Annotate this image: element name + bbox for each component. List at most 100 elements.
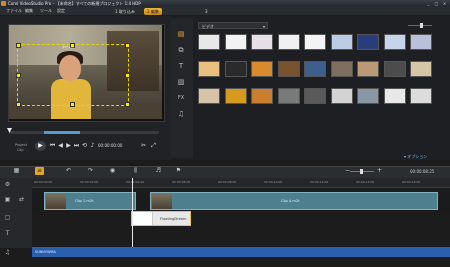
trim-range[interactable]: [44, 131, 80, 134]
media-thumbnail[interactable]: [277, 88, 300, 104]
ruler-label: 00:00:16:00: [402, 180, 421, 184]
menu-bar: ファイル 編集 ツール 設定: [0, 7, 450, 15]
media-thumbnail[interactable]: [383, 61, 406, 77]
ruler-label: 00:00:08:00: [218, 180, 237, 184]
minimize-button[interactable]: _: [425, 1, 432, 6]
repeat-icon[interactable]: ⟲: [81, 142, 88, 149]
audio-icon[interactable]: ♫: [176, 110, 186, 119]
media-thumbnail[interactable]: [330, 34, 353, 50]
media-thumbnail[interactable]: [304, 88, 326, 104]
record-capture-icon[interactable]: ◉: [108, 167, 117, 175]
media-thumbnail[interactable]: [277, 61, 300, 77]
clip-label: Clip 4.m2t: [281, 199, 300, 203]
media-thumbnail[interactable]: [251, 61, 273, 77]
media-thumbnail[interactable]: [330, 88, 353, 104]
media-thumbnail[interactable]: [198, 88, 220, 104]
menu-settings[interactable]: 設定: [57, 8, 65, 14]
media-thumbnail[interactable]: [330, 61, 353, 77]
clip-thumbnail: [46, 194, 66, 209]
music-track-icon[interactable]: ♫: [4, 249, 11, 256]
zoom-knob[interactable]: [360, 169, 363, 174]
ripple-edit-icon[interactable]: ⇄: [18, 196, 25, 203]
media-thumbnail[interactable]: [304, 34, 326, 50]
play-button[interactable]: ▶: [35, 141, 46, 151]
media-thumbnail[interactable]: [198, 61, 220, 77]
resize-handle[interactable]: [70, 102, 75, 107]
music-clip[interactable]: SUNNY.WMA: [32, 247, 450, 257]
undo-icon[interactable]: ↶: [64, 167, 73, 175]
step-edit-tab[interactable]: 2 編集: [144, 8, 162, 15]
resize-handle[interactable]: [16, 102, 21, 107]
track-manager-icon[interactable]: ⚙: [4, 181, 11, 188]
title-clip[interactable]: FloatingDream: [131, 211, 191, 226]
thumbnail-size-knob[interactable]: [420, 23, 423, 28]
transition-icon[interactable]: ⧉: [176, 46, 186, 55]
zoom-in-icon[interactable]: +: [375, 167, 384, 175]
video-clip[interactable]: Clip 1.m2t: [44, 192, 136, 210]
title-text-overlay[interactable]: タイトル: [48, 45, 88, 50]
title-icon[interactable]: T: [176, 62, 186, 71]
graphic-icon[interactable]: ▧: [176, 78, 186, 87]
media-thumbnail[interactable]: [224, 88, 247, 104]
mode-clip-label[interactable]: Clip: [17, 148, 24, 152]
timeline-playhead[interactable]: [132, 178, 133, 248]
end-icon[interactable]: ⏭: [73, 142, 80, 149]
resize-handle[interactable]: [16, 43, 21, 48]
storyboard-view-icon[interactable]: ▦: [12, 167, 21, 175]
media-thumbnail[interactable]: [251, 34, 273, 50]
next-frame-icon[interactable]: ▶: [65, 142, 72, 149]
resize-handle[interactable]: [125, 102, 130, 107]
library-options-button[interactable]: ▾ オプション: [404, 154, 427, 160]
resize-handle[interactable]: [125, 43, 130, 48]
media-thumbnail[interactable]: [357, 34, 379, 50]
media-thumbnail[interactable]: [357, 61, 379, 77]
media-thumbnail[interactable]: [410, 61, 432, 77]
media-thumbnail[interactable]: [410, 88, 432, 104]
redo-icon[interactable]: ↷: [86, 167, 95, 175]
zoom-out-icon[interactable]: −: [343, 167, 352, 175]
volume-icon[interactable]: ♪: [89, 142, 96, 149]
ruler-label: 00:00:00:00: [34, 180, 53, 184]
fx-icon[interactable]: FX: [176, 94, 186, 103]
media-thumbnail[interactable]: [383, 88, 406, 104]
media-thumbnail[interactable]: [277, 34, 300, 50]
library-folder-value: ビデオ: [202, 24, 214, 29]
timecode-display[interactable]: 00:00:00:00: [98, 142, 122, 149]
media-thumbnail[interactable]: [304, 61, 326, 77]
media-thumbnail[interactable]: [224, 61, 247, 77]
media-thumbnail[interactable]: [251, 88, 273, 104]
split-clip-icon[interactable]: ✂: [140, 142, 147, 149]
video-clip[interactable]: Clip 4.m2t: [150, 192, 438, 210]
media-icon[interactable]: ▤: [176, 30, 186, 39]
timeline-view-icon[interactable]: ≡: [35, 167, 44, 175]
media-thumbnail[interactable]: [410, 34, 432, 50]
menu-file[interactable]: ファイル: [6, 8, 22, 14]
mode-project-label[interactable]: Project: [15, 143, 27, 147]
auto-music-icon[interactable]: ♬: [154, 167, 163, 175]
video-track-icon[interactable]: ▣: [4, 196, 11, 203]
resize-handle[interactable]: [125, 73, 130, 78]
preview-scrubber[interactable]: [9, 131, 159, 134]
overlay-track-icon[interactable]: ▢: [4, 214, 11, 221]
step-capture-tab[interactable]: 1 取り込み: [112, 8, 138, 15]
chevron-down-icon: ▾: [262, 24, 265, 29]
media-thumbnail[interactable]: [224, 34, 247, 50]
timeline-scrollbar[interactable]: [0, 257, 450, 267]
prev-frame-icon[interactable]: ◀: [57, 142, 64, 149]
close-button[interactable]: ×: [441, 1, 448, 6]
title-track-icon[interactable]: T: [4, 230, 11, 237]
home-icon[interactable]: ⏮: [49, 142, 56, 149]
chapter-icon[interactable]: ⚑: [174, 167, 183, 175]
resize-handle[interactable]: [16, 73, 21, 78]
media-thumbnail[interactable]: [357, 88, 379, 104]
media-thumbnail[interactable]: [198, 34, 220, 50]
enlarge-preview-icon[interactable]: ⤢: [150, 142, 157, 149]
menu-edit[interactable]: 編集: [25, 8, 33, 14]
step-share-tab[interactable]: 3 完了: [202, 8, 212, 28]
maximize-button[interactable]: □: [433, 1, 440, 6]
library-folder-select[interactable]: ビデオ ▾: [198, 22, 268, 29]
title-safe-box[interactable]: [17, 44, 129, 106]
media-thumbnail[interactable]: [383, 34, 406, 50]
menu-tools[interactable]: ツール: [40, 8, 52, 14]
mixer-icon[interactable]: ⫼: [131, 167, 140, 175]
